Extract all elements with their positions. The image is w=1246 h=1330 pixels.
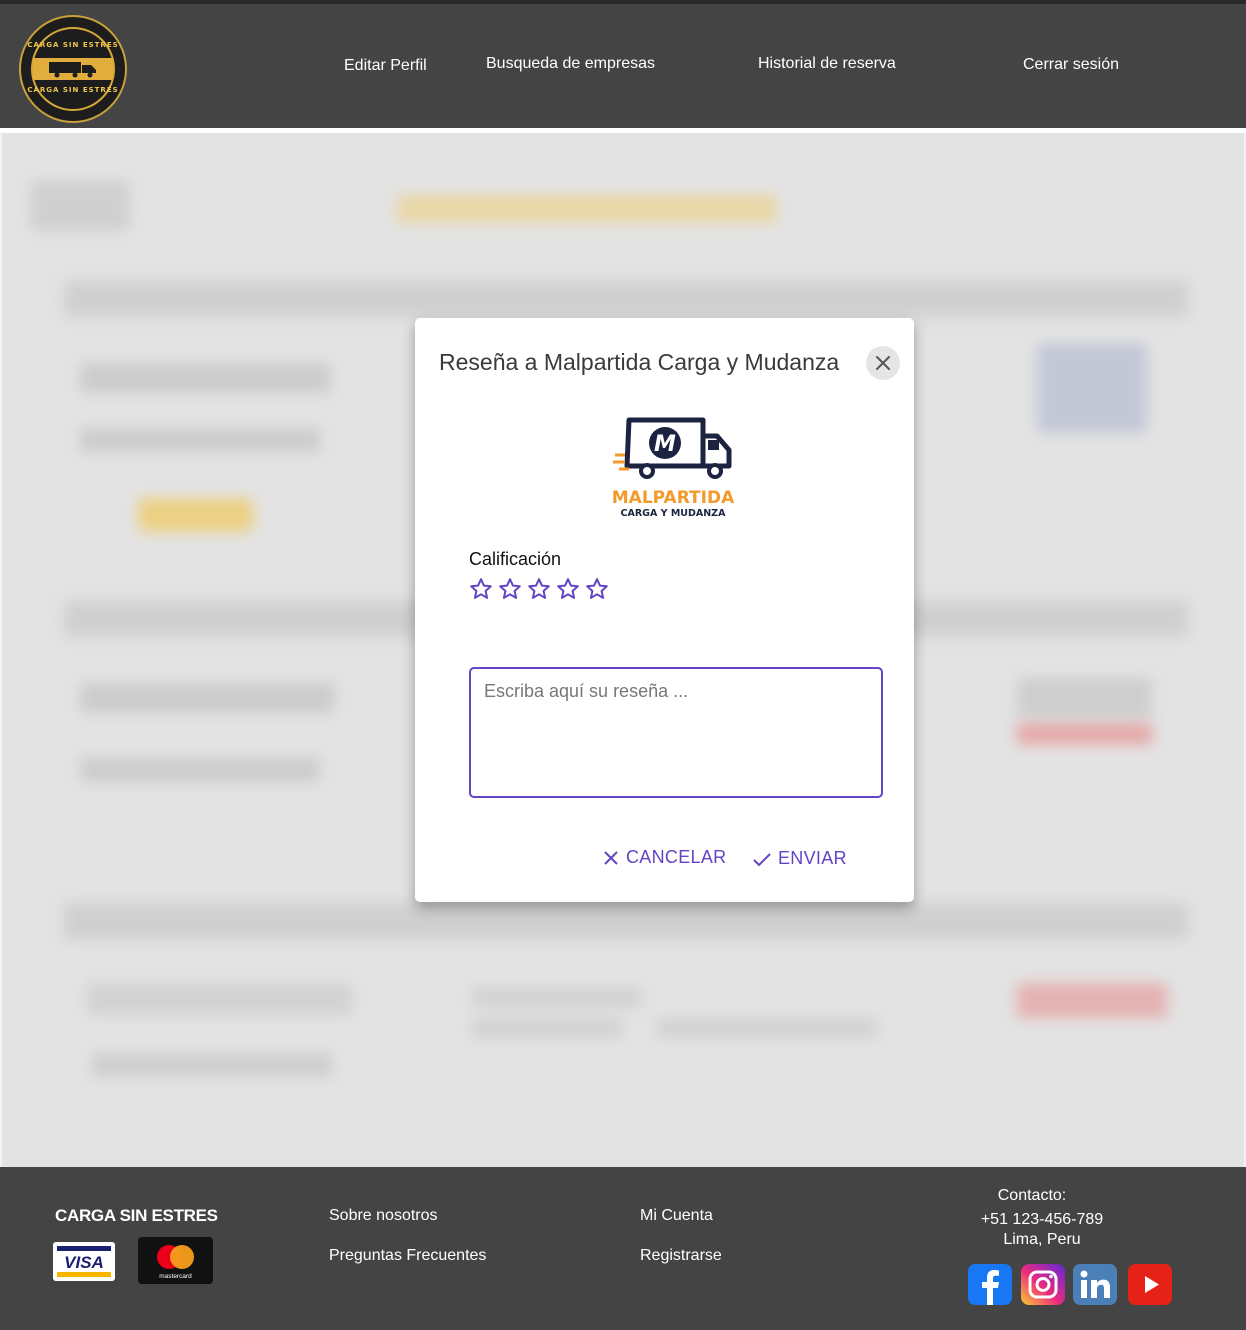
blurred-back-button: [30, 181, 130, 231]
send-button[interactable]: ENVIAR: [752, 848, 847, 869]
contact-city: Lima, Peru: [1003, 1231, 1081, 1248]
blurred-card-line: [472, 1018, 622, 1038]
malpartida-logo: M MALPARTIDA CARGA Y MUDANZA: [612, 417, 735, 519]
svg-text:mastercard: mastercard: [159, 1273, 192, 1280]
rating-label: Calificación: [469, 549, 562, 569]
close-icon: [876, 356, 890, 370]
company-name: MALPARTIDA: [612, 488, 735, 508]
company-monogram: M: [654, 432, 676, 457]
carga-sin-estres-logo[interactable]: CARGA SIN ESTRES CARGA SIN ESTRES: [19, 15, 127, 123]
facebook-icon[interactable]: [968, 1264, 1012, 1305]
star-icon[interactable]: [527, 577, 551, 601]
truck-icon: [49, 62, 96, 78]
top-nav-bar: CARGA SIN ESTRES CARGA SIN ESTRES Editar…: [0, 0, 1246, 128]
instagram-icon[interactable]: [1021, 1264, 1065, 1305]
blurred-card-line: [80, 758, 320, 782]
youtube-icon[interactable]: [1128, 1264, 1172, 1305]
review-dialog: Reseña a Malpartida Carga y Mudanza M MA…: [415, 318, 914, 902]
cancel-button[interactable]: CANCELAR: [602, 847, 726, 868]
star-icon[interactable]: [556, 577, 580, 601]
close-icon: [604, 850, 618, 865]
blurred-card-line: [92, 1053, 332, 1077]
dialog-title: Reseña a Malpartida Carga y Mudanza: [439, 349, 840, 375]
blurred-card-line: [80, 683, 335, 713]
close-button[interactable]: [866, 346, 900, 380]
footer-brand: CARGA SIN ESTRES: [55, 1206, 218, 1225]
blurred-card-header: [64, 903, 1188, 939]
blurred-card-button: [138, 498, 253, 532]
blurred-card-line: [80, 428, 320, 452]
blurred-card-image: [1017, 983, 1167, 1018]
blurred-card-header: [64, 281, 1188, 317]
contact-phone: +51 123-456-789: [980, 1211, 1104, 1228]
linkedin-icon[interactable]: [1073, 1264, 1117, 1305]
logo-text-top: CARGA SIN ESTRES: [27, 41, 119, 49]
mastercard-icon: mastercard: [138, 1237, 213, 1284]
blurred-card-image: [1017, 723, 1152, 745]
send-label: ENVIAR: [778, 848, 847, 868]
review-textarea[interactable]: [469, 667, 883, 798]
nav-edit-profile[interactable]: Editar Perfil: [344, 57, 427, 75]
blurred-card-line: [80, 363, 330, 393]
star-icon[interactable]: [585, 577, 609, 601]
footer-link-about[interactable]: Sobre nosotros: [329, 1207, 438, 1225]
footer-link-faq[interactable]: Preguntas Frecuentes: [329, 1247, 486, 1265]
footer: CARGA SIN ESTRES VISA mastercard Sobre n…: [0, 1167, 1246, 1330]
svg-text:VISA: VISA: [64, 1253, 104, 1272]
star-icon[interactable]: [498, 577, 522, 601]
blurred-card-line: [657, 1018, 877, 1038]
nav-logout[interactable]: Cerrar sesión: [1023, 56, 1119, 74]
footer-link-account[interactable]: Mi Cuenta: [640, 1207, 713, 1225]
blurred-card-image: [1017, 678, 1152, 718]
blurred-card-line: [87, 983, 352, 1015]
blurred-card-line: [472, 988, 642, 1008]
company-tagline: CARGA Y MUDANZA: [621, 508, 727, 519]
blurred-page-title: [397, 195, 777, 223]
nav-booking-history[interactable]: Historial de reserva: [758, 55, 896, 73]
logo-text-bottom: CARGA SIN ESTRES: [27, 86, 119, 94]
cancel-label: CANCELAR: [626, 847, 727, 867]
check-icon: [753, 852, 771, 866]
footer-link-register[interactable]: Registrarse: [640, 1247, 722, 1265]
blurred-card-image: [1037, 343, 1147, 433]
star-icon[interactable]: [469, 577, 493, 601]
nav-company-search[interactable]: Busqueda de empresas: [486, 55, 655, 73]
visa-card-icon: VISA: [53, 1242, 115, 1281]
contact-label: Contacto:: [997, 1187, 1067, 1204]
star-rating[interactable]: [469, 577, 609, 601]
